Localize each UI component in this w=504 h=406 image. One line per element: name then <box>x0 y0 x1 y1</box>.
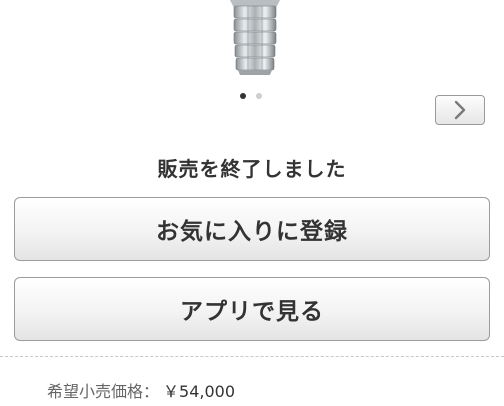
carousel-dot-active[interactable] <box>240 93 246 99</box>
product-image <box>230 0 280 75</box>
carousel-next-button[interactable] <box>435 95 485 125</box>
retail-price-label: 希望小売価格： <box>47 382 160 401</box>
add-to-favorites-button[interactable]: お気に入りに登録 <box>14 197 490 261</box>
product-page: 販売を終了しました お気に入りに登録 アプリで見る 希望小売価格： ￥54,000 <box>0 0 504 406</box>
section-divider <box>0 356 504 357</box>
sales-ended-message: 販売を終了しました <box>157 157 347 181</box>
retail-price-value: ￥54,000 <box>163 382 236 401</box>
chevron-right-icon <box>454 100 466 120</box>
add-to-favorites-label: お気に入りに登録 <box>156 219 348 245</box>
carousel-dot[interactable] <box>256 93 262 99</box>
open-in-app-button[interactable]: アプリで見る <box>14 277 490 341</box>
open-in-app-label: アプリで見る <box>180 299 324 325</box>
carousel-pagination <box>238 93 268 101</box>
retail-price: 希望小売価格： ￥54,000 <box>47 378 235 402</box>
